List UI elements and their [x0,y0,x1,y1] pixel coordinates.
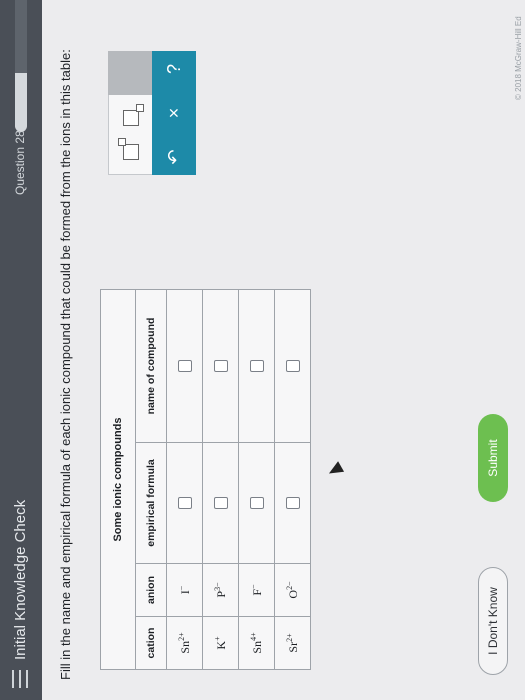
menu-icon[interactable] [12,670,28,688]
progress-bar [15,0,27,132]
table-row: Sr2+ O2− [274,289,311,670]
compound-name-cell [202,289,239,443]
mouse-cursor-icon [325,461,345,479]
empirical-formula-input[interactable] [177,497,192,509]
help-icon[interactable]: ? [160,55,188,83]
compound-name-cell [274,289,311,443]
anion-cell: O2− [274,563,311,617]
col-header-compound-name: name of compound [135,289,167,443]
empirical-formula-cell [166,442,203,564]
top-bar: Initial Knowledge Check Question 28 [0,0,42,700]
toolbar-spacer [108,51,152,95]
table-row: Sn4+ F− [238,289,275,670]
empirical-formula-cell [238,442,275,564]
subscript-box-icon[interactable] [123,110,139,126]
table-caption: Some ionic compounds [100,289,136,670]
clear-icon[interactable]: × [160,99,188,127]
format-toolbar [108,93,154,175]
anion-cell: P3− [202,563,239,617]
compound-name-input[interactable] [285,360,300,372]
compound-name-cell [166,289,203,443]
undo-icon[interactable]: ↶ [160,143,188,171]
empirical-formula-cell [274,442,311,564]
question-prompt: Fill in the name and empirical formula o… [58,49,73,680]
cation-cell: K+ [202,616,239,670]
col-header-empirical-formula: empirical formula [135,442,167,564]
page: Initial Knowledge Check Question 28 Fill… [0,0,525,700]
col-header-anion: anion [135,563,167,617]
empirical-formula-cell [202,442,239,564]
action-toolbar: × ↶ ? [152,51,196,175]
progress-fill [15,72,27,132]
table-row: K+ P3− [202,289,239,670]
ionic-compounds-table: Some ionic compounds cation anion empiri… [100,289,311,670]
cation-cell: Sn4+ [238,616,275,670]
copyright-text: © 2018 McGraw-Hill Ed [514,16,523,100]
empirical-formula-input[interactable] [285,497,300,509]
col-header-cation: cation [135,616,167,670]
cation-cell: Sn2+ [166,616,203,670]
compound-name-input[interactable] [177,360,192,372]
table-row: Sn2+ I− [166,289,203,670]
compound-name-cell [238,289,275,443]
compound-name-input[interactable] [249,360,264,372]
cation-cell: Sr2+ [274,616,311,670]
compound-name-input[interactable] [213,360,228,372]
anion-cell: F− [238,563,275,617]
question-label: Question 28 [13,130,27,195]
empirical-formula-input[interactable] [249,497,264,509]
superscript-box-icon[interactable] [123,144,139,160]
dont-know-button[interactable]: I Don't Know [478,567,508,675]
submit-button[interactable]: Submit [478,414,508,502]
anion-cell: I− [166,563,203,617]
empirical-formula-input[interactable] [213,497,228,509]
assignment-title: Initial Knowledge Check [12,499,29,660]
